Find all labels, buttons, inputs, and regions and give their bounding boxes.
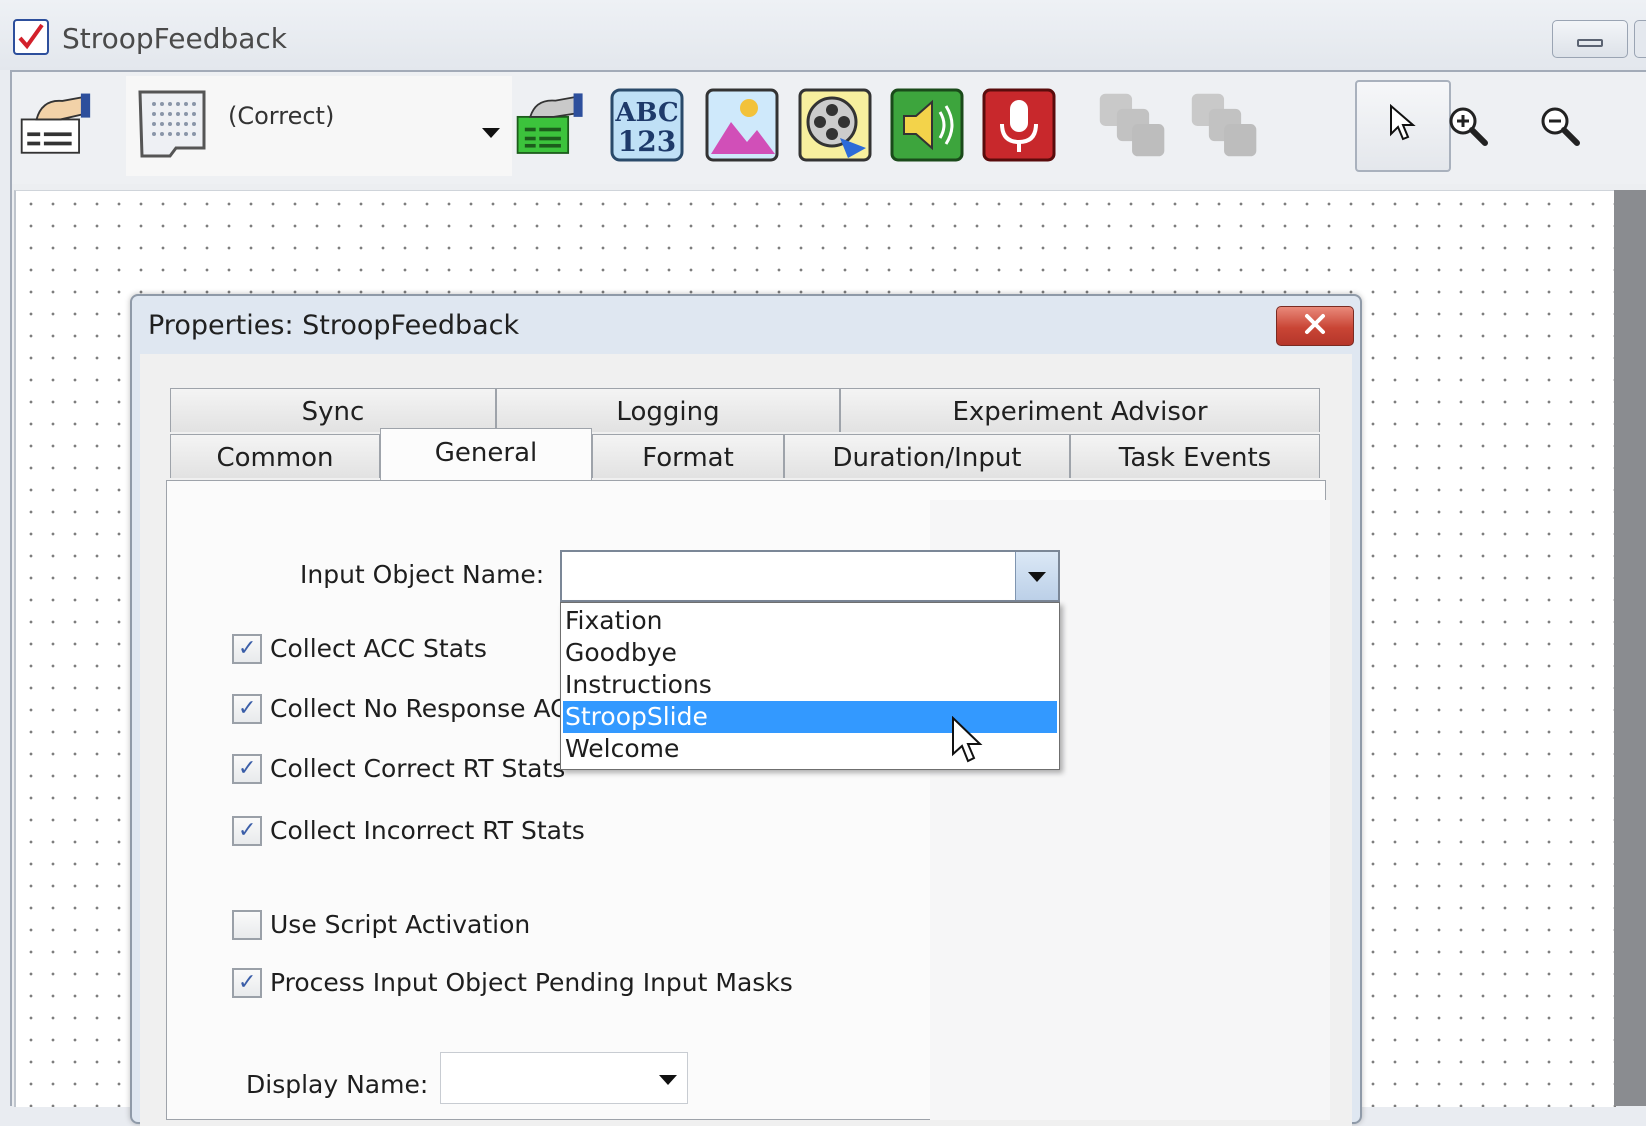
checkbox-use-script-activation[interactable]: [232, 910, 262, 940]
minimize-button[interactable]: [1552, 20, 1628, 58]
vertical-scrollbar[interactable]: [1614, 190, 1646, 1106]
input-object-combo[interactable]: [560, 550, 1060, 602]
svg-text:ABC: ABC: [614, 98, 678, 128]
app-checkmark-icon: [13, 19, 49, 55]
checkbox-collect-correct-rt-stats[interactable]: ✓: [232, 754, 262, 784]
maximize-button[interactable]: [1634, 20, 1646, 58]
close-button[interactable]: [1276, 306, 1354, 346]
bring-forward-icon[interactable]: [1096, 88, 1170, 162]
dropdown-option-fixation[interactable]: Fixation: [563, 605, 1057, 637]
window-title: StroopFeedback: [62, 22, 288, 55]
svg-text:123: 123: [618, 125, 676, 158]
movie-icon[interactable]: [798, 88, 872, 162]
check-icon: ✓: [238, 696, 257, 721]
display-name-combo[interactable]: [440, 1052, 688, 1104]
text-icon[interactable]: ABC 123: [610, 88, 684, 162]
checkbox-process-input-masks[interactable]: ✓: [232, 968, 262, 998]
dropdown-option-instructions[interactable]: Instructions: [563, 669, 1057, 701]
label-use-script-activation: Use Script Activation: [270, 910, 531, 939]
tab-experiment-advisor[interactable]: Experiment Advisor: [840, 388, 1320, 432]
input-object-label: Input Object Name:: [300, 560, 545, 589]
image-icon[interactable]: [705, 88, 779, 162]
mouse-cursor-icon: [950, 715, 984, 770]
check-icon: ✓: [238, 818, 257, 843]
label-process-input-masks: Process Input Object Pending Input Masks: [270, 968, 793, 997]
pointer-icon: [1388, 103, 1418, 148]
close-icon: [1302, 313, 1328, 339]
display-name-label: Display Name:: [246, 1070, 429, 1099]
title-bar: StroopFeedback: [0, 0, 1646, 70]
label-collect-no-response-acc: Collect No Response AC: [270, 694, 568, 723]
check-icon: ✓: [238, 636, 257, 661]
checkbox-collect-acc-stats[interactable]: ✓: [232, 634, 262, 664]
tab-general[interactable]: General: [380, 428, 592, 480]
feedback-display-icon[interactable]: [18, 88, 92, 162]
tab-logging[interactable]: Logging: [496, 388, 840, 432]
tab-common[interactable]: Common: [170, 434, 380, 478]
label-collect-acc-stats: Collect ACC Stats: [270, 634, 487, 663]
check-icon: ✓: [238, 756, 257, 781]
tab-task-events[interactable]: Task Events: [1070, 434, 1320, 478]
dialog-title: Properties: StroopFeedback: [148, 310, 520, 341]
dropdown-option-goodbye[interactable]: Goodbye: [563, 637, 1057, 669]
zoom-out-icon[interactable]: [1522, 88, 1596, 162]
label-collect-correct-rt-stats: Collect Correct RT Stats: [270, 754, 566, 783]
zoom-in-icon[interactable]: [1430, 88, 1504, 162]
tab-sync[interactable]: Sync: [170, 388, 496, 432]
check-icon: ✓: [238, 970, 257, 995]
label-collect-incorrect-rt-stats: Collect Incorrect RT Stats: [270, 816, 585, 845]
tab-format[interactable]: Format: [592, 434, 784, 478]
chevron-down-icon[interactable]: [482, 128, 500, 138]
sound-in-icon[interactable]: [982, 88, 1056, 162]
slide-state-icon: [136, 88, 208, 164]
add-state-icon[interactable]: [514, 88, 588, 162]
checkbox-collect-no-response-acc[interactable]: ✓: [232, 694, 262, 724]
sound-out-icon[interactable]: [890, 88, 964, 162]
object-combo-value: (Correct): [228, 102, 335, 130]
checkbox-collect-incorrect-rt-stats[interactable]: ✓: [232, 816, 262, 846]
toolbar: (Correct) ABC 123: [12, 72, 1646, 184]
input-object-dropdown: Fixation Goodbye Instructions StroopSlid…: [560, 602, 1060, 770]
object-combo[interactable]: (Correct): [126, 76, 512, 176]
chevron-down-icon[interactable]: [1015, 552, 1058, 600]
tab-duration-input[interactable]: Duration/Input: [784, 434, 1070, 478]
send-backward-icon[interactable]: [1188, 88, 1262, 162]
